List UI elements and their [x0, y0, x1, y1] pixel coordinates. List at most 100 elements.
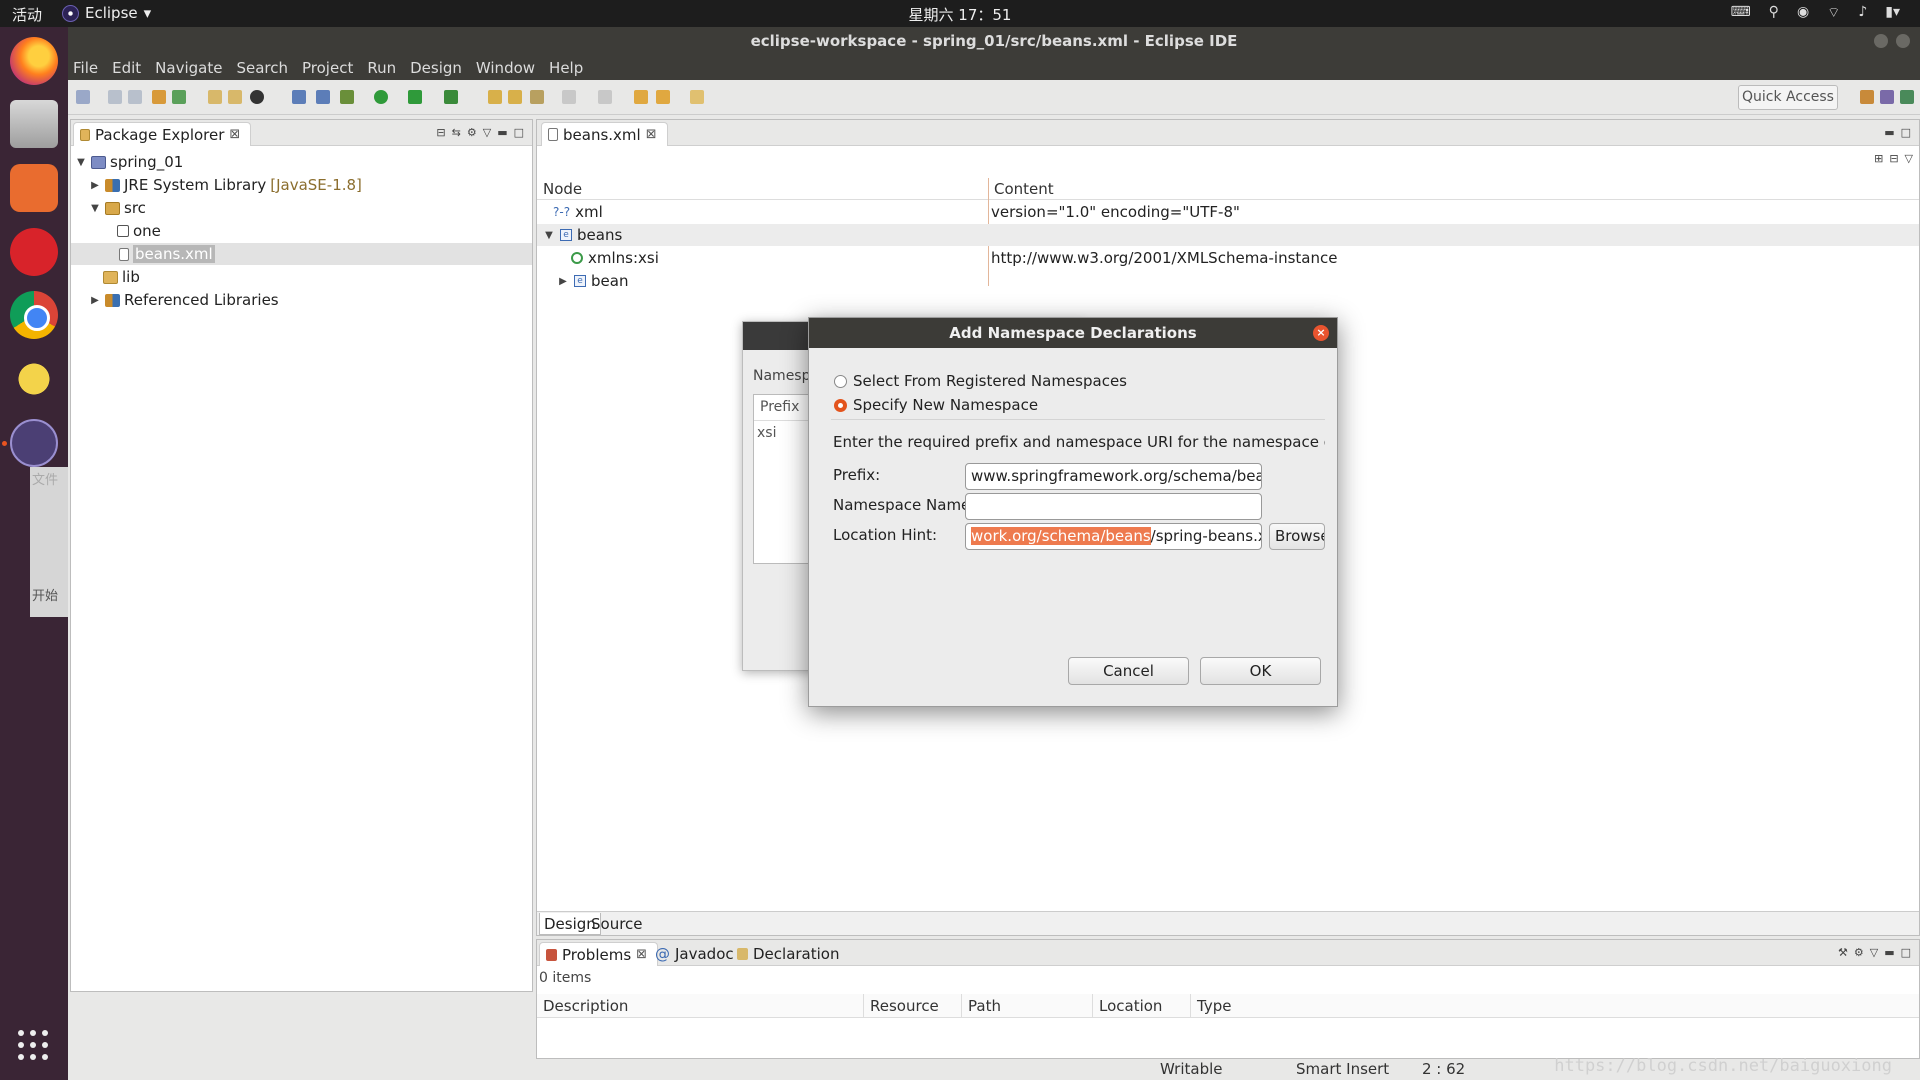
minimize-icon[interactable]: ▬	[1884, 126, 1894, 139]
firefox-icon[interactable]	[10, 37, 58, 85]
tree-item-package-one[interactable]: one	[71, 220, 532, 242]
tree-item-lib[interactable]: lib	[71, 266, 532, 288]
column-header-path[interactable]: Path	[962, 994, 1093, 1018]
tab-package-explorer[interactable]: Package Explorer ⊠	[73, 122, 252, 146]
refresh-icon[interactable]	[172, 90, 186, 104]
menu-design[interactable]: Design	[410, 59, 462, 77]
run-icon[interactable]	[374, 90, 388, 104]
expand-toggle-icon[interactable]: ▼	[89, 203, 101, 214]
expand-all-icon[interactable]: ⊞	[1874, 152, 1883, 165]
expand-toggle-icon[interactable]: ▶	[557, 276, 569, 287]
app-menu[interactable]: Eclipse ▾	[62, 4, 151, 22]
open-type-icon[interactable]	[208, 90, 222, 104]
ok-button[interactable]: OK	[1200, 657, 1321, 685]
table-row[interactable]: xmlns:xsi http://www.w3.org/2001/XMLSche…	[537, 247, 1919, 269]
maximize-button[interactable]	[1896, 34, 1910, 48]
profile-icon[interactable]	[250, 90, 264, 104]
configure-icon[interactable]: ⚙	[1854, 946, 1864, 959]
minimize-icon[interactable]: ▬	[497, 126, 507, 139]
tree-item-referenced-libraries[interactable]: ▶ Referenced Libraries	[71, 289, 532, 311]
menu-run[interactable]: Run	[367, 59, 396, 77]
record-icon[interactable]: ◉	[1797, 4, 1809, 22]
close-icon[interactable]: ⊠	[636, 947, 647, 962]
column-header-description[interactable]: Description	[537, 994, 864, 1018]
activities-button[interactable]: 活动	[12, 4, 42, 25]
column-header-content[interactable]: Content	[994, 180, 1054, 198]
prefix-input[interactable]: www.springframework.org/schema/beans	[965, 463, 1262, 490]
table-row[interactable]: ▶ e bean	[537, 270, 1919, 292]
menu-navigate[interactable]: Navigate	[155, 59, 222, 77]
console-icon[interactable]	[292, 90, 306, 104]
menu-help[interactable]: Help	[549, 59, 583, 77]
radio-button-selected[interactable]	[834, 398, 847, 412]
column-header-location[interactable]: Location	[1093, 994, 1191, 1018]
teapot-app-icon[interactable]	[10, 355, 58, 403]
tab-declaration[interactable]: Declaration	[731, 942, 849, 966]
prev-annotation-icon[interactable]	[598, 90, 612, 104]
table-row[interactable]: ▼ e beans	[537, 224, 1919, 246]
debug-icon[interactable]	[340, 90, 354, 104]
open-folder-icon[interactable]	[488, 90, 502, 104]
chrome-icon[interactable]	[10, 291, 58, 339]
keyboard-icon[interactable]: ⌨	[1730, 4, 1750, 22]
next-annotation-icon[interactable]	[562, 90, 576, 104]
column-header-node[interactable]: Node	[543, 180, 582, 198]
cancel-button[interactable]: Cancel	[1068, 657, 1189, 685]
namespace-name-input[interactable]	[965, 493, 1262, 520]
maximize-icon[interactable]: □	[1901, 126, 1911, 139]
expand-toggle-icon[interactable]: ▼	[75, 157, 87, 168]
column-header-resource[interactable]: Resource	[864, 994, 962, 1018]
radio-registered-namespaces[interactable]: Select From Registered Namespaces	[834, 372, 1127, 390]
view-menu-icon[interactable]: ▽	[1870, 946, 1878, 959]
location-icon[interactable]: ⚲	[1769, 4, 1779, 22]
table-row[interactable]: ?-? xml version="1.0" encoding="UTF-8"	[537, 201, 1919, 223]
skip-breakpoints-icon[interactable]	[316, 90, 330, 104]
open-resource-icon[interactable]	[228, 90, 242, 104]
view-menu-icon[interactable]: ▽	[1905, 152, 1913, 165]
wifi-icon[interactable]: ⌔	[1827, 4, 1840, 22]
collapse-all-icon[interactable]: ⊟	[1889, 152, 1898, 165]
pen-icon[interactable]	[530, 90, 544, 104]
close-icon[interactable]: ⊠	[646, 127, 657, 142]
tab-beans-xml[interactable]: beans.xml ⊠	[541, 122, 668, 146]
save-all-icon[interactable]	[128, 90, 142, 104]
menu-file[interactable]: File	[73, 59, 98, 77]
minimize-icon[interactable]: ▬	[1884, 946, 1894, 959]
filter-icon[interactable]: ⚒	[1838, 946, 1848, 959]
forward-icon[interactable]	[690, 90, 704, 104]
volume-icon[interactable]: ♪	[1858, 4, 1867, 22]
view-menu-icon[interactable]: ▽	[483, 126, 491, 139]
expand-toggle-icon[interactable]: ▶	[89, 295, 101, 306]
tree-item-beans-xml[interactable]: beans.xml	[71, 243, 532, 265]
coverage-icon[interactable]	[408, 90, 422, 104]
music-player-icon[interactable]	[10, 228, 58, 276]
clock[interactable]: 星期六 17：51	[0, 4, 1920, 25]
maximize-icon[interactable]: □	[514, 126, 524, 139]
menu-project[interactable]: Project	[302, 59, 353, 77]
open-folder-icon[interactable]	[508, 90, 522, 104]
close-icon[interactable]: ⊠	[229, 127, 240, 142]
tree-item-project[interactable]: ▼ spring_01	[71, 151, 532, 173]
collapse-all-icon[interactable]: ⊟	[436, 126, 445, 139]
link-editor-icon[interactable]: ⇆	[452, 126, 461, 139]
battery-icon[interactable]: ▮▾	[1885, 4, 1900, 22]
expand-toggle-icon[interactable]: ▶	[89, 180, 101, 191]
tree-item-src[interactable]: ▼ src	[71, 197, 532, 219]
browse-button[interactable]: Browse	[1269, 523, 1325, 550]
software-store-icon[interactable]	[10, 164, 58, 212]
filter-icon[interactable]: ⚙	[467, 126, 477, 139]
tree-item-jre[interactable]: ▶ JRE System Library [JavaSE-1.8]	[71, 174, 532, 196]
minimize-button[interactable]	[1874, 34, 1888, 48]
menu-window[interactable]: Window	[476, 59, 535, 77]
menu-edit[interactable]: Edit	[112, 59, 141, 77]
external-tools-icon[interactable]	[444, 90, 458, 104]
tab-javadoc[interactable]: @ Javadoc	[649, 942, 744, 966]
perspective-icon[interactable]	[1880, 90, 1894, 104]
maximize-icon[interactable]: □	[1901, 946, 1911, 959]
tab-source[interactable]: Source	[587, 913, 647, 935]
eclipse-launcher-icon[interactable]	[10, 419, 58, 467]
save-icon[interactable]	[108, 90, 122, 104]
location-hint-input[interactable]: work.org/schema/beans/spring-beans.xsd	[965, 523, 1262, 550]
open-perspective-icon[interactable]	[1860, 90, 1874, 104]
files-icon[interactable]	[10, 100, 58, 148]
